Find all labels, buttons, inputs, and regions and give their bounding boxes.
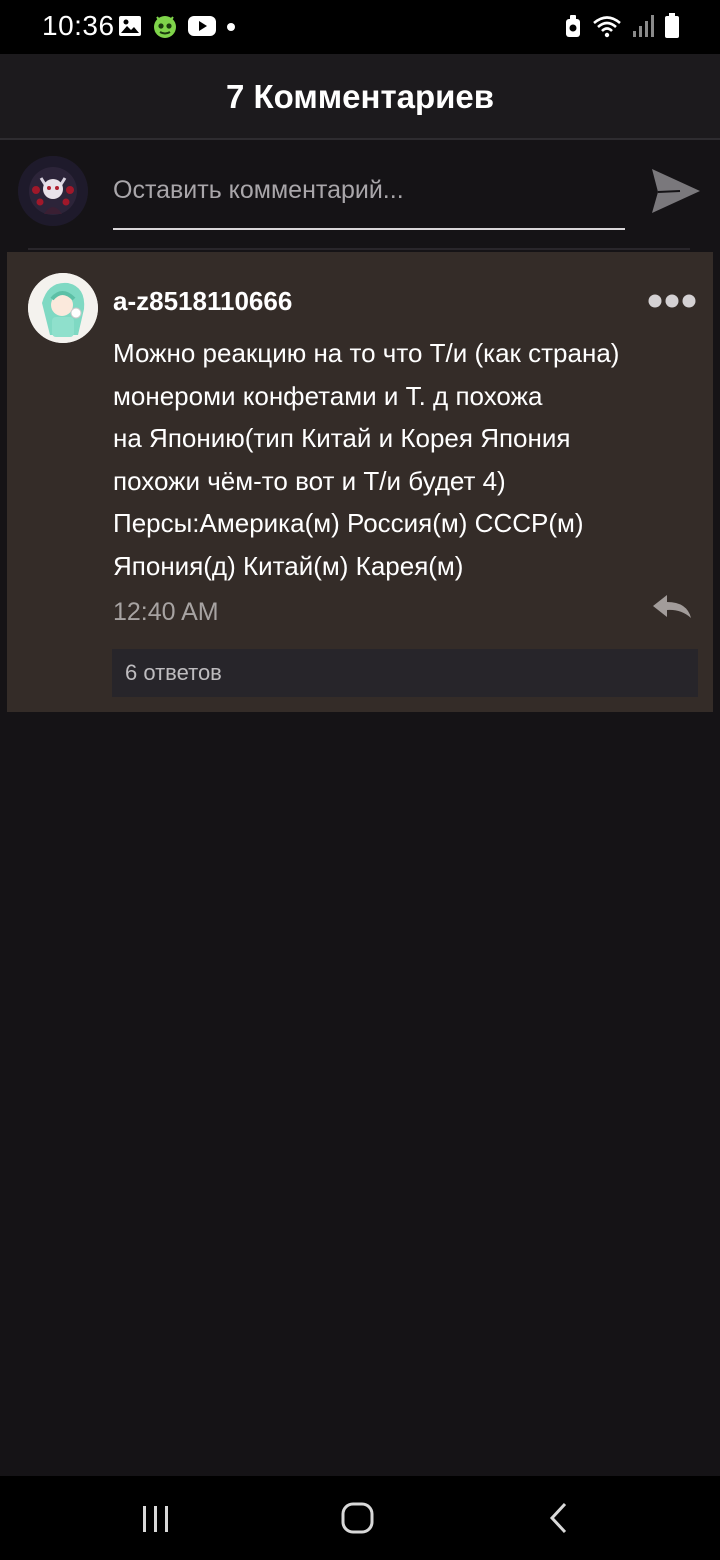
home-icon <box>341 1502 374 1534</box>
comment-input-placeholder: Оставить комментарий... <box>113 176 404 204</box>
signal-icon <box>632 14 654 43</box>
status-system-icons <box>564 12 680 44</box>
more-options-icon <box>648 294 696 308</box>
current-user-avatar[interactable] <box>18 156 88 226</box>
comment-compose: Оставить комментарий... <box>0 140 720 250</box>
comment-text: Можно реакцию на то что Т/и (как страна)… <box>113 338 620 581</box>
replies-count: 6 ответов <box>125 660 222 685</box>
data-saver-icon <box>564 14 582 43</box>
comments-header: 7 Комментариев <box>0 54 720 140</box>
comment-author[interactable]: a-z8518110666 <box>113 286 292 317</box>
comment-input[interactable]: Оставить комментарий... <box>113 166 625 230</box>
wifi-icon <box>592 14 622 43</box>
more-options-button[interactable] <box>647 290 697 312</box>
dot-icon <box>226 19 236 37</box>
image-notification-icon <box>118 15 142 42</box>
home-button[interactable] <box>336 1496 380 1540</box>
comment-timestamp: 12:40 AM <box>113 598 219 626</box>
recent-apps-button[interactable] <box>134 1496 178 1540</box>
system-nav-bar <box>0 1476 720 1560</box>
battery-icon <box>664 12 680 44</box>
reply-button[interactable] <box>651 592 693 622</box>
send-icon <box>652 169 700 213</box>
screen: 10:36 7 Комментариев Оставить комментари… <box>0 0 720 1560</box>
status-bar: 10:36 <box>0 0 720 54</box>
back-icon <box>549 1502 567 1534</box>
commenter-avatar[interactable] <box>28 273 98 343</box>
back-button[interactable] <box>538 1496 582 1540</box>
android-app-icon <box>152 13 178 44</box>
status-notification-icons <box>118 14 236 42</box>
divider <box>28 248 690 250</box>
recent-apps-icon <box>143 1506 168 1532</box>
send-button[interactable] <box>650 166 702 216</box>
page-title: 7 Комментариев <box>225 78 495 115</box>
youtube-icon <box>188 15 216 41</box>
reply-icon <box>653 595 691 618</box>
comment-item: a-z8518110666 Можно реакцию на то что Т/… <box>7 252 713 712</box>
view-replies-button[interactable]: 6 ответов <box>112 649 698 697</box>
status-time: 10:36 <box>42 10 115 41</box>
